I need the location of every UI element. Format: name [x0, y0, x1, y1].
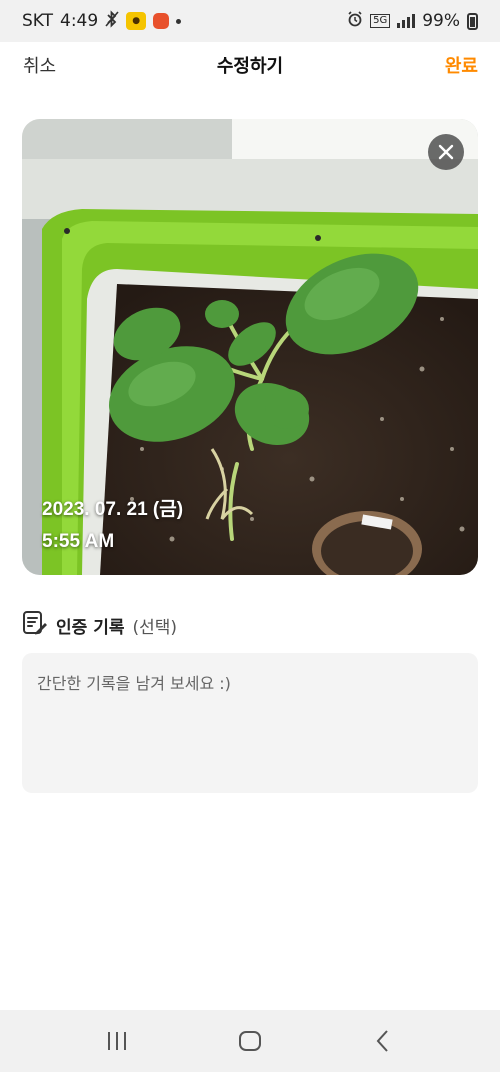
signal-icon — [397, 14, 416, 28]
status-bar: SKT 4:49 ● 5G 99% — [0, 0, 500, 42]
back-button[interactable] — [353, 1021, 413, 1061]
carrier-label: SKT — [22, 11, 54, 31]
edit-note-icon — [22, 610, 48, 641]
recent-apps-button[interactable] — [87, 1021, 147, 1061]
page-title: 수정하기 — [216, 56, 284, 77]
plant-photo[interactable]: 2023. 07. 21 (금) 5:55 AM — [22, 119, 478, 575]
record-label-main: 인증 기록 — [56, 618, 125, 638]
photo-timestamp: 2023. 07. 21 (금) 5:55 AM — [42, 494, 183, 558]
remove-photo-button[interactable] — [428, 134, 464, 170]
memo-textarea[interactable]: 간단한 기록을 남겨 보세요 :) — [22, 653, 478, 793]
alarm-icon — [347, 10, 363, 32]
memo-placeholder: 간단한 기록을 남겨 보세요 :) — [37, 674, 231, 693]
top-bar: 취소 수정하기 완료 — [0, 42, 500, 88]
photo-time: 5:55 AM — [42, 531, 115, 552]
cancel-button[interactable]: 취소 — [23, 52, 56, 78]
system-nav-bar — [0, 1010, 500, 1072]
recent-apps-icon — [107, 1032, 126, 1050]
home-icon — [238, 1031, 261, 1051]
red-app-icon — [153, 13, 170, 29]
battery-label: 99% — [422, 11, 460, 31]
kakao-app-icon: ● — [126, 12, 147, 30]
home-button[interactable] — [220, 1021, 280, 1061]
record-label-optional: (선택) — [132, 618, 178, 638]
notification-dot-icon — [176, 18, 182, 24]
clock: 4:49 — [60, 11, 99, 31]
record-section-label: 인증 기록 (선택) — [22, 610, 177, 641]
photo-date: 2023. 07. 21 (금) — [42, 499, 184, 520]
close-icon — [438, 144, 454, 160]
done-button[interactable]: 완료 — [445, 52, 478, 78]
back-icon — [376, 1030, 389, 1052]
bluetooth-off-icon — [105, 9, 119, 33]
5g-icon: 5G — [370, 14, 391, 28]
battery-charging-icon — [467, 12, 478, 30]
